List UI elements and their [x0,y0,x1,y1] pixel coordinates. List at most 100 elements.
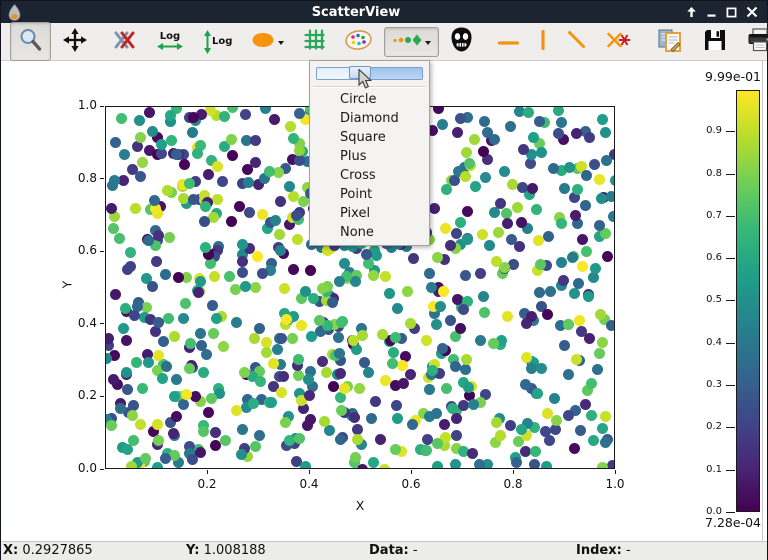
scatter-point [296,320,307,331]
vertical-line-button[interactable] [531,25,555,59]
menu-item-square[interactable]: Square [310,128,429,147]
close-button[interactable] [745,6,758,19]
scatter-point [254,430,265,441]
titlebar[interactable]: ScatterView [1,1,767,23]
scatter-point [583,291,594,302]
palette-button[interactable] [337,25,380,59]
scatter-point [244,207,255,218]
scatter-point [106,203,117,214]
scatter-point [390,332,401,343]
tick-mark [100,323,104,324]
scatter-point [292,234,303,245]
scatter-point [450,361,461,372]
scatter-point [574,315,585,326]
scatter-point [192,148,203,159]
scatter-point [505,420,516,431]
scatter-point [237,424,248,435]
pan-button[interactable] [55,23,95,61]
scatter-point [305,265,316,276]
scatter-point [398,378,409,389]
scatter-point [264,166,275,177]
scatter-point [335,434,346,445]
menu-item-diamond[interactable]: Diamond [310,109,429,128]
scatter-point [575,425,586,436]
zoom-button[interactable] [10,22,51,61]
scatter-point [432,461,443,469]
scatter-point [451,430,462,441]
scatter-point [317,356,328,367]
mouse-cursor-icon [358,69,373,94]
scatter-point [432,438,443,449]
menu-item-plus[interactable]: Plus [310,147,429,166]
scatter-point [470,181,481,192]
scatter-point [544,435,555,446]
scatter-point [610,175,615,186]
y-axis-label: Y [60,278,75,292]
save-button[interactable] [695,23,735,61]
diagonal-line-button[interactable] [559,25,594,58]
menu-item-point[interactable]: Point [310,185,429,204]
scatter-point [121,335,132,346]
colorbar-tick-label: 0.3 [688,379,722,390]
scatter-point [150,326,161,337]
scatter-point [529,459,540,469]
marker-color-button[interactable] [244,27,292,57]
scatter-point [336,317,347,328]
scatter-point [187,454,198,465]
scatter-point [606,320,615,331]
pan-arrows-icon [63,28,87,56]
tick-mark [100,251,104,252]
mask-button[interactable] [443,22,480,61]
scatter-point [249,333,260,344]
scatter-point [495,430,506,441]
marker-size-slider[interactable] [316,66,423,82]
remove-line-button[interactable] [598,26,639,58]
scatter-point [542,309,553,320]
marker-style-button[interactable] [384,27,439,57]
menu-item-pixel[interactable]: Pixel [310,204,429,223]
scatter-point [227,150,238,161]
scatter-point [220,435,231,446]
scatter-point [384,288,395,299]
scatter-point [600,127,611,138]
scatter-point [328,381,339,392]
scatter-point [248,398,259,409]
menu-item-none[interactable]: None [310,223,429,242]
scatter-point [505,121,516,132]
floppy-icon [703,28,727,56]
scatter-point [553,106,564,116]
scatter-point [569,443,580,454]
copy-button[interactable] [649,22,691,62]
scatter-point [334,276,345,287]
statusbar: X: 0.2927865 Y: 1.008188 Data: - Index: … [1,541,767,560]
scatter-point [608,211,615,222]
scatter-point [559,183,570,194]
log-y-button[interactable]: Log [195,25,240,59]
print-button[interactable] [739,23,768,61]
horizontal-line-button[interactable] [490,27,527,56]
scatter-point [606,191,615,202]
scatter-point [242,164,253,175]
scatter-point [275,196,286,207]
scatter-point [377,329,388,340]
menu-item-cross[interactable]: Cross [310,166,429,185]
scatter-point [600,411,611,422]
scatter-point [285,121,296,132]
scatter-point [224,271,235,282]
scatter-point [478,146,489,157]
log-x-button[interactable]: Log [149,27,191,56]
scatter-point [475,268,486,279]
log-y-arrow-icon: Log [203,30,232,54]
scatter-point [460,171,471,182]
scatter-point [110,137,121,148]
scatter-point [461,354,472,365]
clear-zoom-button[interactable] [105,25,145,59]
maximize-button[interactable] [725,6,738,19]
grid-button[interactable] [296,24,333,59]
scatter-point [597,337,608,348]
shade-button[interactable] [685,6,698,19]
x-axis-label: X [105,498,615,513]
canvas-edge-line [762,61,763,541]
minimize-button[interactable] [705,6,718,19]
scatter-point [122,444,133,455]
